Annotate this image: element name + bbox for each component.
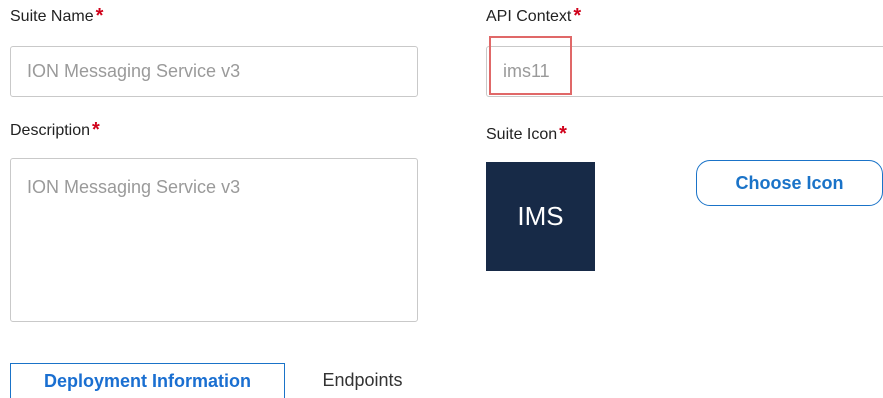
api-context-highlight	[489, 36, 572, 95]
suite-icon-preview: IMS	[486, 162, 595, 271]
required-asterisk: *	[559, 123, 567, 145]
suite-name-label: Suite Name *	[10, 5, 104, 27]
api-context-label: API Context *	[486, 5, 582, 27]
tab-endpoints-label: Endpoints	[322, 370, 403, 390]
suite-name-input[interactable]: ION Messaging Service v3	[10, 46, 418, 97]
description-textarea[interactable]: ION Messaging Service v3	[10, 158, 418, 322]
suite-icon-text: IMS	[517, 201, 564, 231]
required-asterisk: *	[92, 119, 100, 141]
choose-icon-button-label: Choose Icon	[735, 172, 844, 193]
tab-endpoints[interactable]: Endpoints	[290, 363, 435, 398]
description-label: Description *	[10, 119, 100, 141]
tab-deployment-information-label: Deployment Information	[43, 370, 251, 391]
description-label-text: Description	[10, 122, 91, 139]
api-context-label-text: API Context	[486, 8, 572, 25]
suite-name-label-text: Suite Name	[10, 8, 94, 25]
suite-name-placeholder: ION Messaging Service v3	[27, 61, 241, 81]
description-placeholder: ION Messaging Service v3	[27, 177, 241, 197]
required-asterisk: *	[95, 5, 104, 27]
suite-icon-label: Suite Icon *	[486, 123, 567, 145]
choose-icon-button[interactable]: Choose Icon	[696, 160, 883, 206]
suite-icon-label-text: Suite Icon	[486, 126, 558, 143]
required-asterisk: *	[573, 5, 582, 27]
tab-deployment-information[interactable]: Deployment Information	[10, 363, 285, 398]
